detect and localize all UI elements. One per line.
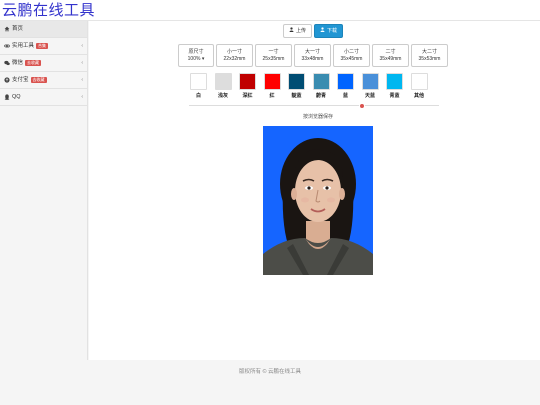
sidebar-item-wechat[interactable]: 微信 去收藏 ‹ xyxy=(0,55,87,72)
color-swatch xyxy=(239,73,256,90)
sidebar-item-label: 微信 xyxy=(12,59,24,66)
color-label: 浅灰 xyxy=(217,93,228,99)
color-swatch xyxy=(263,73,281,90)
color-option-sky-blue[interactable]: 天蓝 xyxy=(361,73,380,99)
size-value: 35x53mm xyxy=(418,55,441,62)
color-swatch xyxy=(190,73,207,90)
upload-button[interactable]: 上传 xyxy=(283,24,313,38)
color-swatch xyxy=(312,73,330,90)
size-small-2inch-button[interactable]: 小二寸 35x45mm xyxy=(333,44,370,67)
chevron-left-icon: ‹ xyxy=(81,77,83,83)
sidebar-item-tools[interactable]: 实用工具 合集 ‹ xyxy=(0,38,87,55)
color-label: 蓝 xyxy=(342,93,348,99)
link-icon xyxy=(4,43,10,49)
color-label: 其他 xyxy=(413,93,424,99)
size-name: 小二寸 xyxy=(343,48,359,55)
download-label: 下载 xyxy=(327,28,338,34)
sidebar-item-label: 支付宝 xyxy=(12,76,29,83)
sidebar-item-label: 首页 xyxy=(12,25,24,32)
sidebar-item-label: 实用工具 xyxy=(12,42,35,49)
size-name: 小一寸 xyxy=(226,48,242,55)
chevron-left-icon: ‹ xyxy=(81,94,83,100)
color-label: 红 xyxy=(269,93,275,99)
color-label: 天蓝 xyxy=(364,93,375,99)
sidebar-item-alipay[interactable]: 支付宝 去收藏 ‹ xyxy=(0,72,87,89)
size-value: 22x32mm xyxy=(223,55,246,62)
chevron-left-icon: ‹ xyxy=(81,43,83,49)
size-large-2inch-button[interactable]: 大二寸 35x53mm xyxy=(411,44,448,67)
color-swatch xyxy=(386,73,403,90)
action-toolbar: 上传 下载 xyxy=(283,24,344,38)
size-value: 33x48mm xyxy=(301,55,324,62)
size-name: 大一寸 xyxy=(304,48,320,55)
size-2inch-button[interactable]: 二寸 35x49mm xyxy=(372,44,409,67)
badge: 去收藏 xyxy=(30,77,47,83)
sidebar: 首页 实用工具 合集 ‹ 微信 去收藏 ‹ 支付宝 去收藏 ‹ QQ ‹ xyxy=(0,21,88,360)
size-name: 一寸 xyxy=(268,48,279,55)
upload-label: 上传 xyxy=(296,28,307,34)
portrait-image xyxy=(263,138,373,275)
site-logo-text[interactable]: 云鹏在线工具 xyxy=(2,0,95,20)
upload-icon xyxy=(289,25,294,37)
alipay-icon xyxy=(4,77,10,83)
color-swatch xyxy=(288,73,305,90)
color-swatch xyxy=(337,73,354,90)
color-option-red[interactable]: 红 xyxy=(263,73,282,99)
size-value: 35x45mm xyxy=(340,55,363,62)
color-swatch xyxy=(361,73,379,90)
color-option-blue[interactable]: 蓝 xyxy=(336,73,355,99)
badge: 去收藏 xyxy=(25,60,42,66)
background-color-options: 白 浅灰 深红 红 靛蓝 蔚青 蓝 天蓝 青蓝 其他 xyxy=(189,73,429,99)
sidebar-item-label: QQ xyxy=(12,93,21,100)
color-swatch xyxy=(410,73,428,90)
color-label: 白 xyxy=(195,93,201,99)
id-photo-preview[interactable] xyxy=(263,126,373,275)
color-option-teal[interactable]: 蔚青 xyxy=(312,73,331,99)
handle-dot[interactable] xyxy=(359,103,365,109)
size-original-dropdown[interactable]: 原尺寸 100% ▾ xyxy=(178,44,214,67)
badge: 合集 xyxy=(36,43,49,49)
download-button[interactable]: 下载 xyxy=(314,24,344,38)
sidebar-item-qq[interactable]: QQ ‹ xyxy=(0,89,87,106)
color-option-cyan[interactable]: 青蓝 xyxy=(385,73,404,99)
download-icon xyxy=(320,25,325,37)
wechat-icon xyxy=(4,60,10,66)
size-name: 原尺寸 xyxy=(188,48,204,55)
divider xyxy=(189,105,439,106)
color-label: 蔚青 xyxy=(315,93,326,99)
size-1inch-button[interactable]: 一寸 25x35mm xyxy=(255,44,292,67)
color-label: 青蓝 xyxy=(389,93,400,99)
size-options: 原尺寸 100% ▾ 小一寸 22x32mm 一寸 25x35mm 大一寸 33… xyxy=(178,44,448,67)
size-small-1inch-button[interactable]: 小一寸 22x32mm xyxy=(216,44,253,67)
size-large-1inch-button[interactable]: 大一寸 33x48mm xyxy=(294,44,331,67)
qq-icon xyxy=(4,94,10,100)
color-option-white[interactable]: 白 xyxy=(189,73,208,99)
size-value: 35x49mm xyxy=(379,55,402,62)
footer: 版权所有 © 云鹏在线工具 xyxy=(0,360,540,405)
chevron-left-icon: ‹ xyxy=(81,60,83,66)
main-content: 上传 下载 原尺寸 100% ▾ 小一寸 22x32mm 一寸 25x35mm … xyxy=(89,21,540,360)
size-value: 100% ▾ xyxy=(187,55,205,62)
color-option-dark-red[interactable]: 深红 xyxy=(238,73,257,99)
color-option-light-gray[interactable]: 浅灰 xyxy=(214,73,233,99)
home-icon xyxy=(4,26,10,32)
header: 云鹏在线工具 xyxy=(0,0,540,21)
color-swatch xyxy=(214,73,232,90)
size-name: 二寸 xyxy=(385,48,396,55)
color-option-other[interactable]: 其他 xyxy=(410,73,429,99)
color-label: 深红 xyxy=(242,93,253,99)
size-name: 大二寸 xyxy=(421,48,437,55)
size-value: 25x35mm xyxy=(262,55,285,62)
sidebar-item-home[interactable]: 首页 xyxy=(0,21,87,38)
color-option-indigo[interactable]: 靛蓝 xyxy=(287,73,306,99)
photo-caption: 按浏览器保存 xyxy=(303,114,334,120)
color-label: 靛蓝 xyxy=(291,93,302,99)
